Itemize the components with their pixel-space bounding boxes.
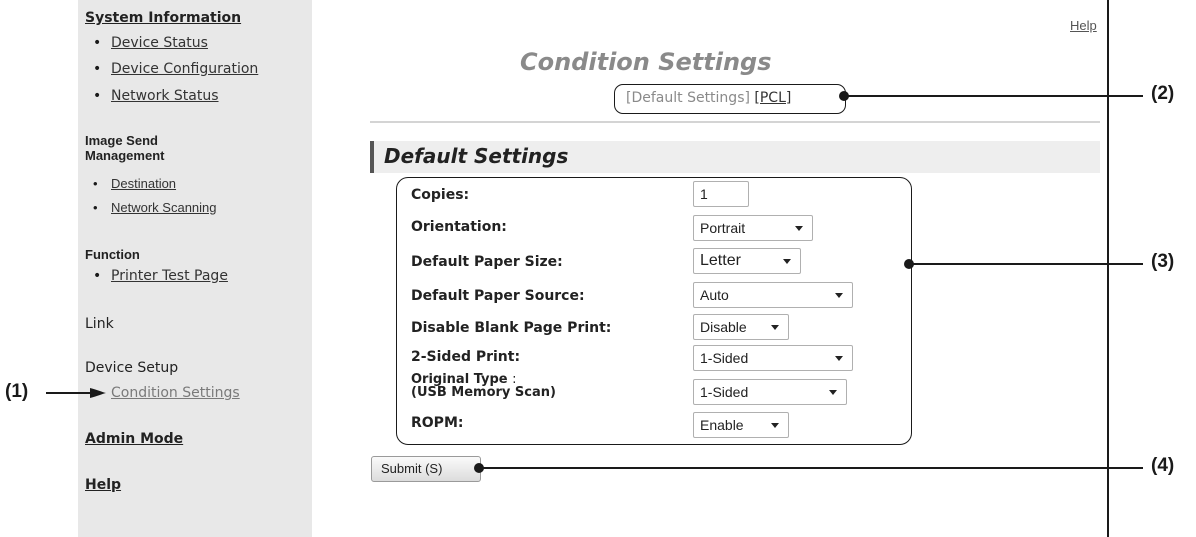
- callout-label-2: (2): [1151, 83, 1175, 104]
- callout-line: [480, 467, 1143, 469]
- sidebar-item-label[interactable]: Destination: [111, 176, 176, 191]
- two-sided-print-select[interactable]: 1-Sided: [693, 345, 853, 371]
- sidebar-admin-mode-link[interactable]: Admin Mode: [85, 431, 183, 447]
- disable-blank-page-print-select[interactable]: Disable: [693, 314, 789, 340]
- sidebar-item-label[interactable]: Network Status: [111, 88, 219, 104]
- chevron-down-icon: [829, 390, 837, 395]
- sidebar-item-label[interactable]: Device Configuration: [111, 61, 258, 77]
- page-title: Condition Settings: [520, 48, 772, 76]
- default-paper-source-value: Auto: [700, 287, 729, 303]
- copies-value: 1: [700, 186, 708, 202]
- sidebar-item-destination[interactable]: • Destination: [93, 176, 176, 191]
- sidebar-heading-line: Management: [85, 148, 165, 163]
- ropm-label: ROPM:: [411, 415, 464, 431]
- default-paper-size-value: Letter: [700, 252, 741, 269]
- orientation-value: Portrait: [700, 220, 746, 236]
- sidebar-item-printer-test-page[interactable]: • Printer Test Page: [93, 268, 228, 284]
- callout-arrow-icon: [46, 388, 106, 398]
- two-sided-print-label: 2-Sided Print:: [411, 349, 521, 365]
- two-sided-print-value: 1-Sided: [700, 350, 749, 366]
- bullet-icon: •: [93, 200, 98, 215]
- bullet-icon: •: [93, 176, 98, 191]
- original-type-label: Original Type : (USB Memory Scan): [411, 373, 556, 399]
- divider: [370, 121, 1100, 123]
- callout-line: [910, 263, 1143, 265]
- subnav-default-settings: [Default Settings]: [626, 90, 755, 106]
- original-type-value: 1-Sided: [700, 384, 749, 400]
- sidebar-heading-function: Function: [85, 247, 140, 262]
- orientation-select[interactable]: Portrait: [693, 215, 813, 241]
- sidebar-heading-device-setup: Device Setup: [85, 360, 179, 376]
- sidebar-item-network-scanning[interactable]: • Network Scanning: [93, 200, 217, 215]
- sidebar-item-condition-settings[interactable]: Condition Settings: [111, 385, 240, 401]
- bullet-icon: •: [93, 268, 102, 284]
- copies-input[interactable]: 1: [693, 181, 749, 207]
- sidebar-item-label[interactable]: Network Scanning: [111, 200, 217, 215]
- chevron-down-icon: [783, 259, 791, 264]
- bullet-icon: •: [93, 88, 102, 104]
- ropm-select[interactable]: Enable: [693, 412, 789, 438]
- sidebar-heading-image-send: Image Send Management: [85, 133, 164, 163]
- submit-button[interactable]: Submit (S): [371, 456, 481, 482]
- sidebar-system-information-link[interactable]: System Information: [85, 10, 241, 26]
- sidebar-help-link[interactable]: Help: [85, 477, 121, 493]
- copies-label: Copies:: [411, 187, 470, 203]
- orientation-label: Orientation:: [411, 219, 507, 235]
- original-type-label-line2: (USB Memory Scan): [411, 385, 556, 400]
- bullet-icon: •: [93, 61, 102, 77]
- disable-blank-page-print-label: Disable Blank Page Print:: [411, 320, 612, 336]
- chevron-down-icon: [835, 356, 843, 361]
- subnav-tabs: [Default Settings] [PCL]: [614, 84, 846, 114]
- ropm-value: Enable: [700, 417, 744, 433]
- original-type-select[interactable]: 1-Sided: [693, 379, 847, 405]
- section-title: Default Settings: [384, 144, 569, 168]
- help-link[interactable]: Help: [1070, 18, 1097, 33]
- bullet-icon: •: [93, 35, 102, 51]
- callout-label-4: (4): [1151, 455, 1175, 476]
- sidebar-item-label[interactable]: Printer Test Page: [111, 268, 228, 284]
- sidebar-item-device-status[interactable]: • Device Status: [93, 35, 208, 51]
- default-paper-source-select[interactable]: Auto: [693, 282, 853, 308]
- frame-border: [1107, 0, 1109, 537]
- sidebar-item-device-configuration[interactable]: • Device Configuration: [93, 61, 258, 77]
- default-paper-size-select[interactable]: Letter: [693, 248, 801, 274]
- subnav-pcl-link[interactable]: [PCL]: [754, 90, 791, 106]
- chevron-down-icon: [795, 226, 803, 231]
- disable-blank-page-print-value: Disable: [700, 319, 747, 335]
- default-paper-size-label: Default Paper Size:: [411, 254, 563, 270]
- sidebar-heading-line: Image Send: [85, 133, 158, 148]
- chevron-down-icon: [771, 325, 779, 330]
- default-paper-source-label: Default Paper Source:: [411, 288, 585, 304]
- chevron-down-icon: [771, 423, 779, 428]
- sidebar-item-label[interactable]: Device Status: [111, 35, 208, 51]
- callout-label-1: (1): [5, 381, 29, 402]
- chevron-down-icon: [835, 293, 843, 298]
- sidebar-heading-link: Link: [85, 316, 114, 332]
- callout-label-3: (3): [1151, 251, 1175, 272]
- sidebar-item-network-status[interactable]: • Network Status: [93, 88, 219, 104]
- callout-line: [845, 95, 1143, 97]
